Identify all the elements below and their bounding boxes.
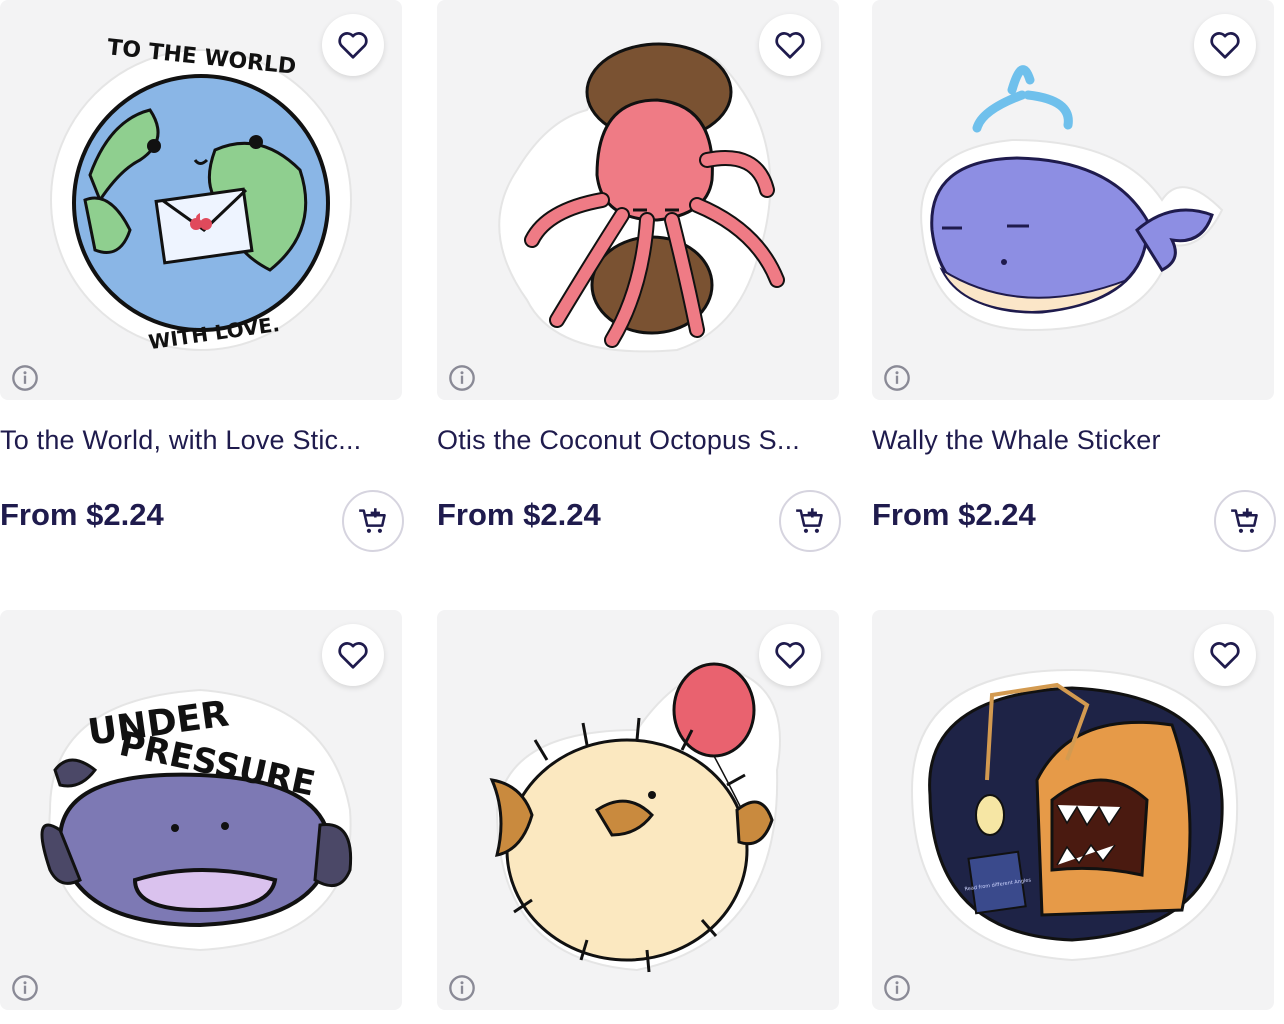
product-title[interactable]: To the World, with Love Stic...: [0, 425, 400, 456]
favorite-button[interactable]: [759, 624, 821, 686]
heart-icon: [338, 32, 368, 59]
heart-icon: [1210, 32, 1240, 59]
add-to-cart-button[interactable]: [342, 490, 404, 552]
product-image[interactable]: UNDER PRESSURE: [0, 610, 402, 1010]
product-image[interactable]: [437, 0, 839, 400]
product-title[interactable]: Wally the Whale Sticker: [872, 425, 1272, 456]
favorite-button[interactable]: [322, 14, 384, 76]
add-to-cart-button[interactable]: [1214, 490, 1276, 552]
favorite-button[interactable]: [1194, 624, 1256, 686]
product-price: From $2.24: [0, 497, 164, 532]
product-card-1[interactable]: TO THE WORLD WITH LOVE. To the World, wi…: [0, 0, 404, 552]
product-title[interactable]: Otis the Coconut Octopus S...: [437, 425, 837, 456]
favorite-button[interactable]: [759, 14, 821, 76]
cart-plus-icon: [1231, 508, 1258, 533]
add-to-cart-button[interactable]: [779, 490, 841, 552]
product-price: From $2.24: [437, 497, 601, 532]
product-card-3[interactable]: Wally the Whale Sticker From $2.24: [872, 0, 1276, 552]
favorite-button[interactable]: [322, 624, 384, 686]
product-card-2[interactable]: Otis the Coconut Octopus S... From $2.24: [437, 0, 841, 552]
product-image[interactable]: Read from different Angles: [872, 610, 1274, 1010]
info-icon[interactable]: [448, 974, 476, 1002]
product-image[interactable]: TO THE WORLD WITH LOVE.: [0, 0, 402, 400]
cart-plus-icon: [796, 508, 823, 533]
heart-icon: [338, 642, 368, 669]
product-card-6[interactable]: Read from different Angles: [872, 610, 1276, 1010]
info-icon[interactable]: [11, 364, 39, 392]
info-icon[interactable]: [883, 974, 911, 1002]
info-icon[interactable]: [11, 974, 39, 1002]
cart-plus-icon: [359, 508, 386, 533]
product-image[interactable]: [872, 0, 1274, 400]
product-price: From $2.24: [872, 497, 1036, 532]
product-image[interactable]: [437, 610, 839, 1010]
product-card-4[interactable]: UNDER PRESSURE: [0, 610, 404, 1010]
heart-icon: [1210, 642, 1240, 669]
product-card-5[interactable]: [437, 610, 841, 1010]
heart-icon: [775, 642, 805, 669]
info-icon[interactable]: [883, 364, 911, 392]
info-icon[interactable]: [448, 364, 476, 392]
product-grid: TO THE WORLD WITH LOVE. To the World, wi…: [0, 0, 1284, 1024]
favorite-button[interactable]: [1194, 14, 1256, 76]
heart-icon: [775, 32, 805, 59]
